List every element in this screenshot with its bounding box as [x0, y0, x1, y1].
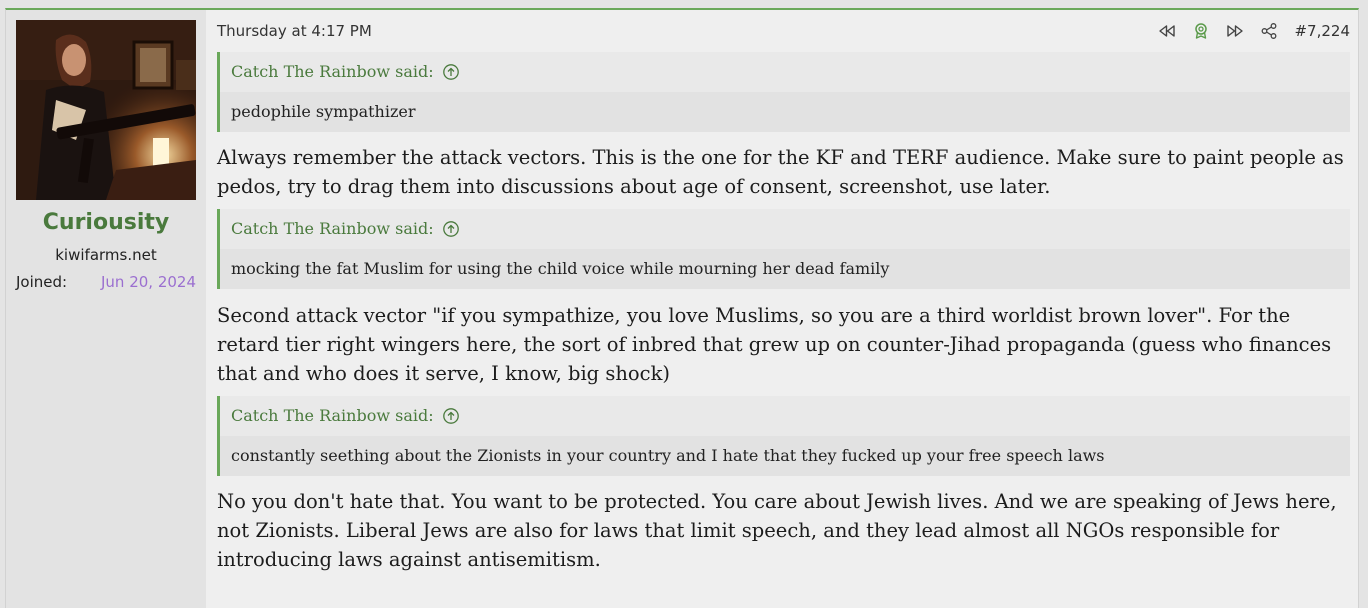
post-number-link[interactable]: #7,224 [1294, 22, 1350, 40]
arrow-up-circle-icon[interactable] [442, 407, 460, 425]
quote-author-link[interactable]: Catch The Rainbow said: [231, 396, 434, 436]
quote-author-link[interactable]: Catch The Rainbow said: [231, 52, 434, 92]
avatar[interactable] [16, 20, 196, 200]
award-icon[interactable] [1192, 22, 1210, 40]
post-paragraph: Always remember the attack vectors. This… [217, 146, 1344, 198]
quote-block-3: Catch The Rainbow said: constantly seeth… [217, 396, 1350, 476]
post-container: Curiousity kiwifarms.net Joined: Jun 20,… [5, 8, 1359, 608]
arrow-up-circle-icon[interactable] [442, 63, 460, 81]
quote-header: Catch The Rainbow said: [220, 396, 1350, 436]
fast-forward-icon[interactable] [1226, 22, 1244, 40]
username[interactable]: Curiousity [6, 210, 206, 235]
user-sidebar: Curiousity kiwifarms.net Joined: Jun 20,… [6, 10, 206, 608]
avatar-image [16, 20, 196, 200]
post-actions: #7,224 [1158, 22, 1350, 40]
post-paragraph: No you don't hate that. You want to be p… [217, 490, 1337, 571]
quote-author-link[interactable]: Catch The Rainbow said: [231, 209, 434, 249]
post-header: Thursday at 4:17 PM #7,224 [216, 10, 1350, 52]
joined-label: Joined: [16, 273, 68, 291]
quote-text: constantly seething about the Zionists i… [220, 436, 1350, 476]
post-paragraph: Second attack vector "if you sympathize,… [217, 304, 1332, 385]
quote-block-2: Catch The Rainbow said: mocking the fat … [217, 209, 1350, 289]
quote-header: Catch The Rainbow said: [220, 52, 1350, 92]
arrow-up-circle-icon[interactable] [442, 220, 460, 238]
joined-date: Jun 20, 2024 [100, 273, 196, 291]
quote-text: mocking the fat Muslim for using the chi… [220, 249, 1350, 289]
quote-text: pedophile sympathizer [220, 92, 1350, 132]
post-main: Thursday at 4:17 PM #7,224 Catch The Rai… [216, 10, 1350, 574]
rewind-icon[interactable] [1158, 22, 1176, 40]
quote-header: Catch The Rainbow said: [220, 209, 1350, 249]
user-title: kiwifarms.net [55, 246, 157, 264]
share-icon[interactable] [1260, 22, 1278, 40]
quote-block-1: Catch The Rainbow said: pedophile sympat… [217, 52, 1350, 132]
post-timestamp[interactable]: Thursday at 4:17 PM [217, 22, 372, 40]
